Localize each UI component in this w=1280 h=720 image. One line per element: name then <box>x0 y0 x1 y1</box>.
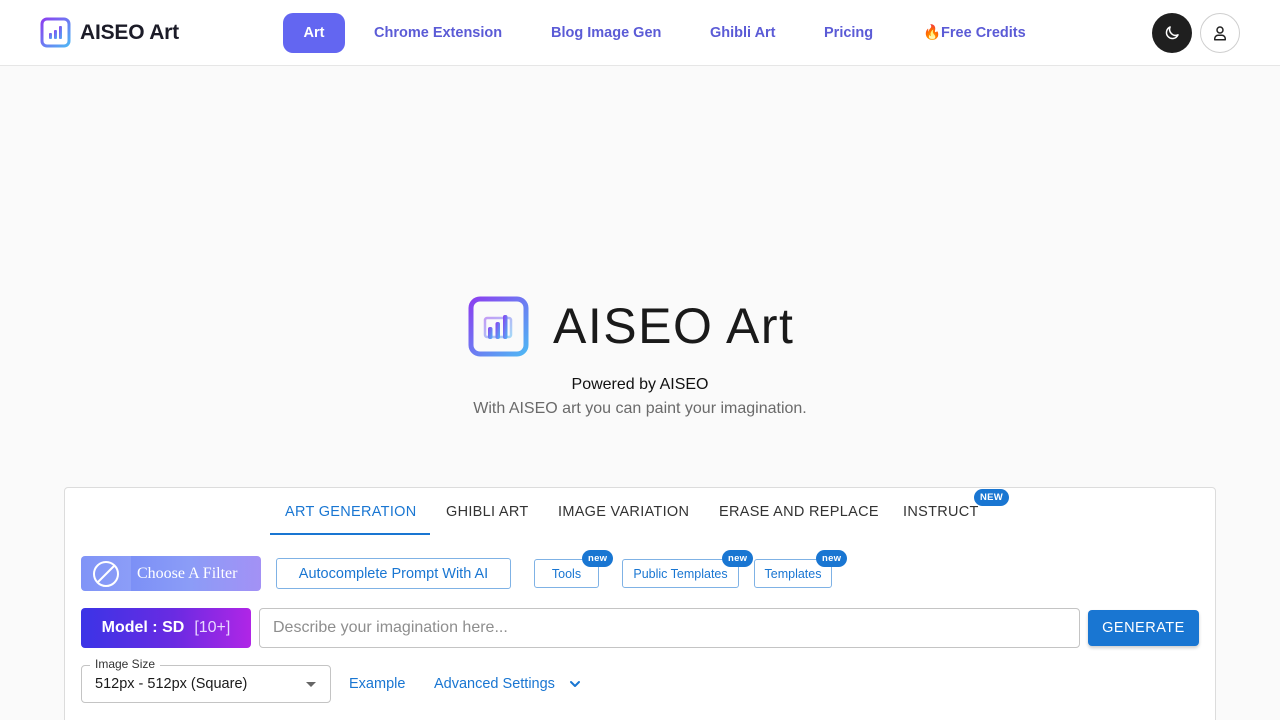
chevron-down-icon <box>569 681 580 688</box>
prompt-input[interactable] <box>259 608 1080 648</box>
filter-icon-box <box>81 556 131 591</box>
tab-erase-and-replace[interactable]: ERASE AND REPLACE <box>719 504 879 534</box>
account-button[interactable] <box>1200 13 1240 53</box>
choose-filter-button[interactable]: Choose A Filter <box>81 556 261 591</box>
public-templates-button[interactable]: Public Templates <box>622 559 739 588</box>
image-size-label: Image Size <box>90 657 161 671</box>
public-templates-new-badge: new <box>722 550 754 567</box>
instruct-new-badge: NEW <box>974 489 1010 506</box>
no-filter-icon <box>93 560 119 587</box>
model-label: Model : SD <box>101 619 185 636</box>
aiseo-logo-icon <box>40 17 71 48</box>
filter-label: Choose A Filter <box>137 564 238 582</box>
generate-button[interactable]: GENERATE <box>1088 610 1199 646</box>
brand-name: AISEO Art <box>80 20 179 44</box>
nav-item-ghibli-art[interactable]: Ghibli Art <box>710 13 776 53</box>
tab-instruct[interactable]: INSTRUCT <box>903 504 979 534</box>
moon-icon <box>1165 26 1179 40</box>
nav-item-blog-image-gen[interactable]: Blog Image Gen <box>551 13 661 53</box>
dropdown-arrow-icon <box>306 682 316 687</box>
hero-title: AISEO Art <box>553 298 795 354</box>
tab-ghibli-art[interactable]: GHIBLI ART <box>446 504 529 534</box>
model-select-button[interactable]: Model : SD [10+] <box>81 608 251 648</box>
user-icon <box>1214 26 1226 41</box>
nav-item-free-credits[interactable]: 🔥Free Credits <box>923 13 1026 53</box>
autocomplete-prompt-button[interactable]: Autocomplete Prompt With AI <box>276 558 511 589</box>
image-size-value: 512px - 512px (Square) <box>95 676 248 692</box>
tab-art-generation[interactable]: ART GENERATION <box>285 504 417 534</box>
hero-tagline: With AISEO art you can paint your imagin… <box>473 400 807 417</box>
aiseo-hero-logo-icon <box>468 296 529 357</box>
nav-item-art[interactable]: Art <box>283 13 345 53</box>
advanced-settings-label: Advanced Settings <box>434 676 555 692</box>
tools-new-badge: new <box>582 550 614 567</box>
example-button[interactable]: Example <box>349 676 405 692</box>
advanced-settings-button[interactable]: Advanced Settings <box>434 676 581 692</box>
nav-item-chrome-extension[interactable]: Chrome Extension <box>374 13 502 53</box>
templates-new-badge: new <box>816 550 848 567</box>
model-count: [10+] <box>194 619 231 636</box>
tab-image-variation[interactable]: IMAGE VARIATION <box>558 504 689 534</box>
brand-logo-link[interactable]: AISEO Art <box>40 17 179 48</box>
theme-toggle-button[interactable] <box>1152 13 1192 53</box>
powered-by-text: Powered by AISEO <box>571 376 709 393</box>
active-tab-indicator <box>270 533 430 535</box>
nav-item-pricing[interactable]: Pricing <box>824 13 873 53</box>
top-navbar: AISEO Art Art Chrome Extension Blog Imag… <box>0 0 1280 66</box>
